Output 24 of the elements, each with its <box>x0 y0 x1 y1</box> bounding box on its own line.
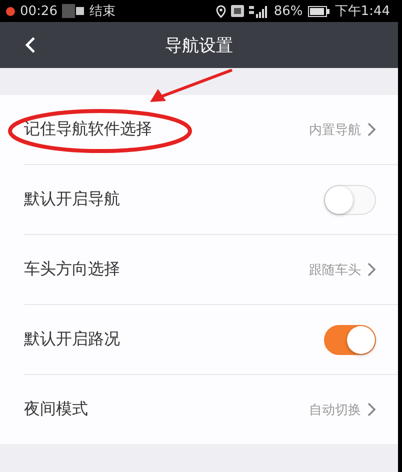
setting-label: 记住导航软件选择 <box>24 119 153 140</box>
chevron-right-icon[interactable] <box>367 122 376 137</box>
recording-dot-icon <box>6 6 15 16</box>
page-title: 导航设置 <box>165 34 233 56</box>
chevron-right-icon[interactable] <box>367 262 376 277</box>
setting-value[interactable]: 跟随车头 <box>309 260 361 278</box>
recording-time: 00:26 <box>20 4 58 18</box>
end-recording-label[interactable]: 结束 <box>89 2 116 20</box>
setting-value[interactable]: 自动切换 <box>309 400 361 418</box>
back-icon[interactable] <box>24 36 36 54</box>
battery-percentage: 86% <box>274 4 303 18</box>
setting-label: 默认开启导航 <box>24 189 121 210</box>
clock-time: 下午1:44 <box>334 3 390 20</box>
setting-label: 夜间模式 <box>24 399 89 420</box>
signal-icon <box>248 4 269 18</box>
location-icon <box>216 4 226 18</box>
chevron-right-icon[interactable] <box>367 402 376 417</box>
hd-icon <box>230 5 244 17</box>
setting-label: 车头方向选择 <box>24 259 121 280</box>
app-thumbnail-icon <box>62 4 84 18</box>
setting-label: 默认开启路况 <box>24 329 121 350</box>
battery-icon <box>308 6 330 16</box>
toggle-switch[interactable] <box>324 324 376 354</box>
setting-value[interactable]: 内置导航 <box>309 120 361 138</box>
